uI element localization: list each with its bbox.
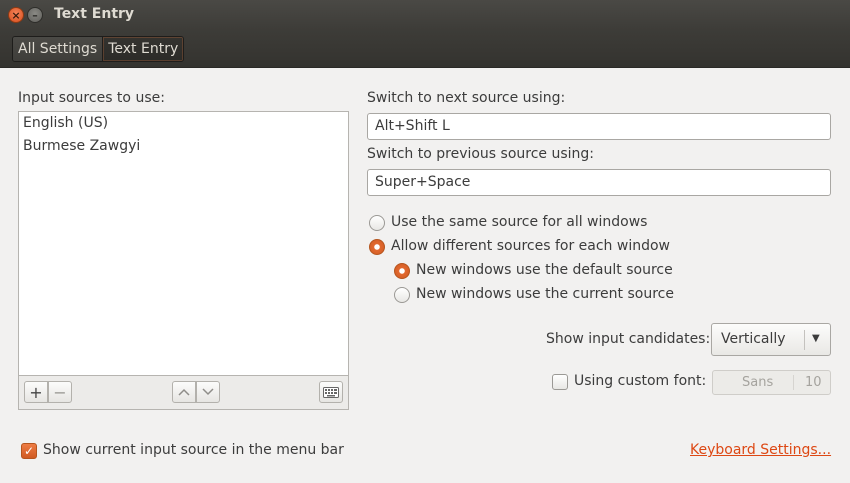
- font-size: 10: [805, 375, 822, 390]
- next-source-label: Switch to next source using:: [367, 90, 566, 106]
- same-source-label[interactable]: Use the same source for all windows: [391, 214, 647, 230]
- input-candidates-label: Show input candidates:: [546, 331, 711, 347]
- breadcrumb-bar: All Settings Text Entry: [0, 30, 850, 68]
- breadcrumb-all-settings[interactable]: All Settings: [13, 37, 103, 61]
- move-up-button[interactable]: [172, 381, 196, 403]
- font-name: Sans: [742, 375, 774, 390]
- same-source-radio[interactable]: [369, 215, 385, 231]
- next-source-shortcut-field[interactable]: Alt+Shift L: [367, 113, 831, 140]
- default-source-radio[interactable]: [394, 263, 410, 279]
- font-chooser-button[interactable]: Sans 10: [712, 370, 831, 395]
- list-item[interactable]: English (US): [19, 112, 348, 135]
- input-sources-heading: Input sources to use:: [18, 90, 165, 106]
- custom-font-label[interactable]: Using custom font:: [574, 373, 706, 389]
- minus-icon: −: [53, 382, 67, 402]
- input-candidates-value: Vertically: [721, 331, 786, 347]
- breadcrumb-text-entry[interactable]: Text Entry: [102, 37, 184, 61]
- list-item[interactable]: Burmese Zawgyi: [19, 135, 348, 158]
- minimize-icon[interactable]: –: [27, 7, 43, 23]
- different-sources-radio[interactable]: [369, 239, 385, 255]
- menubar-indicator-label[interactable]: Show current input source in the menu ba…: [43, 442, 344, 458]
- prev-source-label: Switch to previous source using:: [367, 146, 595, 162]
- keyboard-settings-link[interactable]: Keyboard Settings...: [690, 442, 831, 458]
- custom-font-checkbox[interactable]: [552, 374, 568, 390]
- current-source-radio[interactable]: [394, 287, 410, 303]
- remove-source-button[interactable]: −: [48, 381, 72, 403]
- window-title: Text Entry: [54, 6, 135, 22]
- font-divider: [793, 375, 794, 390]
- plus-icon: +: [29, 382, 43, 402]
- default-source-label[interactable]: New windows use the default source: [416, 262, 673, 278]
- move-down-button[interactable]: [196, 381, 220, 403]
- keyboard-layout-button[interactable]: [319, 381, 343, 403]
- title-bar: × – Text Entry: [0, 0, 850, 30]
- add-source-button[interactable]: +: [24, 381, 48, 403]
- close-icon[interactable]: ×: [8, 7, 24, 23]
- prev-source-shortcut-field[interactable]: Super+Space: [367, 169, 831, 196]
- dropdown-divider: [804, 330, 805, 350]
- breadcrumb: All Settings Text Entry: [12, 36, 185, 62]
- input-candidates-dropdown[interactable]: Vertically ▼: [711, 323, 831, 356]
- chevron-down-icon: ▼: [812, 333, 820, 344]
- different-sources-label[interactable]: Allow different sources for each window: [391, 238, 670, 254]
- keyboard-icon: [323, 386, 339, 398]
- menubar-indicator-checkbox[interactable]: ✓: [21, 443, 37, 459]
- input-sources-list[interactable]: English (US) Burmese Zawgyi: [18, 111, 349, 376]
- chevron-down-icon: [202, 388, 214, 396]
- chevron-up-icon: [178, 388, 190, 396]
- current-source-label[interactable]: New windows use the current source: [416, 286, 674, 302]
- input-sources-toolbar: + −: [18, 376, 349, 410]
